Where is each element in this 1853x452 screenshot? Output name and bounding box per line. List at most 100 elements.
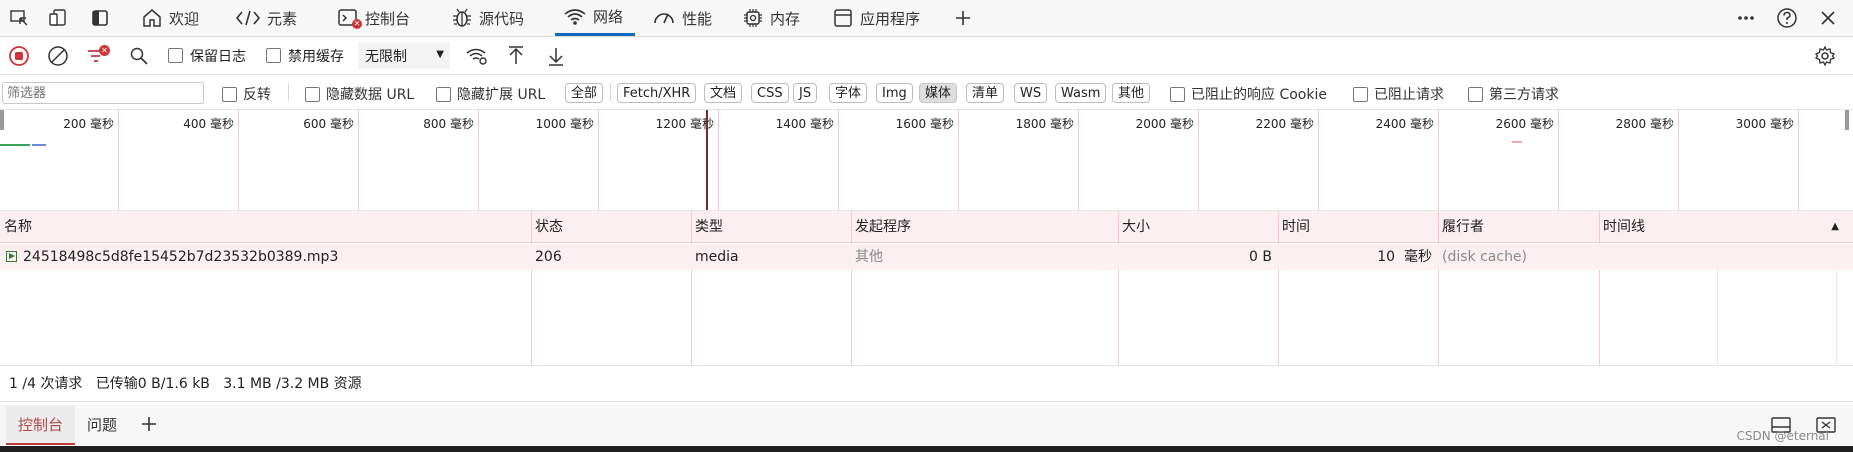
cell-fulfilled-by: (disk cache): [1438, 244, 1599, 270]
checkbox-box[interactable]: [436, 86, 451, 102]
filter-chip-font[interactable]: 字体: [829, 83, 868, 103]
overview-gridline: [1678, 110, 1679, 210]
inspect-icon[interactable]: [7, 6, 31, 30]
overview-tick-label: 2600 毫秒: [1495, 117, 1554, 131]
overview-tick-label: 1800 毫秒: [1015, 117, 1074, 131]
tab-welcome[interactable]: 欢迎: [141, 0, 199, 36]
invert-checkbox[interactable]: 反转: [222, 84, 271, 104]
network-settings-button[interactable]: [1814, 37, 1836, 74]
divider: [288, 83, 289, 101]
checkbox-box[interactable]: [1170, 86, 1185, 102]
checkbox-box[interactable]: [1468, 86, 1483, 102]
invert-label: 反转: [243, 87, 271, 103]
app-window-icon: [834, 9, 852, 27]
checkbox-box[interactable]: [222, 86, 237, 102]
hide-ext-url-checkbox[interactable]: 隐藏扩展 URL: [436, 84, 545, 104]
column-header-name[interactable]: 名称: [0, 211, 531, 243]
more-tabs-plus-icon[interactable]: [951, 6, 975, 30]
cell-name: 24518498c5d8fe15452b7d23532b0389.mp3: [0, 244, 531, 270]
checkbox-box[interactable]: [305, 86, 320, 102]
help-icon[interactable]: [1775, 6, 1799, 30]
more-options-icon[interactable]: [1734, 6, 1758, 30]
plus-icon: [142, 417, 156, 431]
column-divider: [691, 211, 692, 365]
throttle-select[interactable]: 无限制 ▼: [358, 42, 450, 69]
dock-side-icon[interactable]: [88, 6, 112, 30]
drawer-tab-issues[interactable]: 问题: [87, 405, 117, 445]
column-header-status[interactable]: 状态: [531, 211, 691, 243]
filter-chip-media[interactable]: 媒体: [919, 83, 958, 103]
blocked-cookies-checkbox[interactable]: 已阻止的响应 Cookie: [1170, 84, 1327, 104]
checkbox-box[interactable]: [1353, 86, 1368, 102]
drawer-tab-console[interactable]: 控制台: [6, 405, 76, 445]
tab-console[interactable]: ✕ 控制台: [337, 0, 410, 36]
checkbox-box[interactable]: [168, 48, 183, 63]
timeline-overview[interactable]: 200 毫秒 400 毫秒 600 毫秒 800 毫秒 1000 毫秒 1200 毫秒 14…: [0, 110, 1853, 211]
overview-right-handle[interactable]: [1845, 110, 1849, 130]
watermark: CSDN @eternal: [1736, 429, 1829, 443]
column-header-waterfall[interactable]: 时间线 ▲: [1599, 211, 1853, 243]
table-row[interactable]: 24518498c5d8fe15452b7d23532b0389.mp3 206…: [0, 244, 1853, 270]
overview-left-handle[interactable]: [0, 110, 4, 130]
download-icon: [549, 47, 563, 66]
tab-elements[interactable]: 元素: [235, 0, 297, 36]
tab-label: 性能: [682, 9, 713, 28]
third-party-checkbox[interactable]: 第三方请求: [1468, 84, 1559, 104]
tab-network[interactable]: 网络: [555, 0, 636, 36]
throttle-value: 无限制: [365, 48, 407, 65]
search-button[interactable]: [129, 37, 149, 74]
tab-label: 内存: [770, 9, 801, 28]
filter-chip-all[interactable]: 全部: [565, 83, 604, 103]
filter-input[interactable]: [2, 82, 204, 104]
tab-memory[interactable]: 内存: [742, 0, 800, 36]
tab-performance[interactable]: 性能: [652, 0, 712, 36]
filter-bar: 反转 隐藏数据 URL 隐藏扩展 URL 全部 Fetch/XHR 文档 CSS…: [0, 75, 1853, 110]
overview-tick-label: 2200 毫秒: [1255, 117, 1314, 131]
filter-chip-css[interactable]: CSS: [751, 83, 789, 103]
media-file-icon: [6, 250, 17, 262]
drawer-add-tab-button[interactable]: [140, 415, 158, 435]
import-har-button[interactable]: [506, 37, 526, 74]
network-conditions-button[interactable]: [465, 37, 489, 74]
tab-label: 元素: [267, 9, 298, 28]
filter-chip-wasm[interactable]: Wasm: [1055, 83, 1107, 103]
overview-gridline: [598, 110, 599, 210]
blocked-requests-checkbox[interactable]: 已阻止请求: [1353, 84, 1444, 104]
device-emulation-icon[interactable]: [46, 6, 70, 30]
close-devtools-icon[interactable]: [1816, 6, 1840, 30]
filter-chip-manifest[interactable]: 清单: [966, 83, 1005, 103]
checkbox-box[interactable]: [266, 48, 281, 63]
overview-tick-label: 2800 毫秒: [1615, 117, 1674, 131]
clear-button[interactable]: [47, 37, 69, 74]
cell-type: media: [691, 244, 851, 270]
filter-chip-js[interactable]: JS: [793, 83, 818, 103]
filter-chip-doc[interactable]: 文档: [704, 83, 743, 103]
hide-data-url-checkbox[interactable]: 隐藏数据 URL: [305, 84, 414, 104]
code-brackets-icon: [235, 10, 261, 26]
filter-chip-img[interactable]: Img: [876, 83, 913, 103]
current-time-marker: [706, 110, 708, 210]
cell-status: 206: [531, 244, 691, 270]
tab-sources[interactable]: 源代码: [451, 0, 524, 36]
tab-label: 应用程序: [860, 9, 921, 28]
window-bottom-edge: [0, 446, 1853, 452]
transferred-size: 已传输0 B/1.6 kB: [95, 376, 210, 392]
preserve-log-checkbox[interactable]: 保留日志: [168, 37, 246, 74]
column-header-fulfilled-by[interactable]: 履行者: [1438, 211, 1599, 243]
export-har-button[interactable]: [546, 37, 566, 74]
record-button[interactable]: [8, 37, 30, 74]
tab-application[interactable]: 应用程序: [832, 0, 920, 36]
request-name: 24518498c5d8fe15452b7d23532b0389.mp3: [23, 249, 339, 265]
overview-tick-label: 1200 毫秒: [655, 117, 714, 131]
filter-chip-ws[interactable]: WS: [1014, 83, 1048, 103]
filter-toggle-button[interactable]: ✕: [86, 37, 110, 74]
column-header-type[interactable]: 类型: [691, 211, 851, 243]
filter-chip-other[interactable]: 其他: [1112, 83, 1151, 103]
column-header-time[interactable]: 时间: [1278, 211, 1438, 243]
column-header-initiator[interactable]: 发起程序: [851, 211, 1118, 243]
disable-cache-checkbox[interactable]: 禁用缓存: [266, 37, 344, 74]
cell-size: 0 B: [1118, 244, 1278, 270]
cell-initiator: 其他: [851, 244, 1118, 270]
column-header-size[interactable]: 大小: [1118, 211, 1278, 243]
filter-chip-fetch-xhr[interactable]: Fetch/XHR: [617, 83, 697, 103]
